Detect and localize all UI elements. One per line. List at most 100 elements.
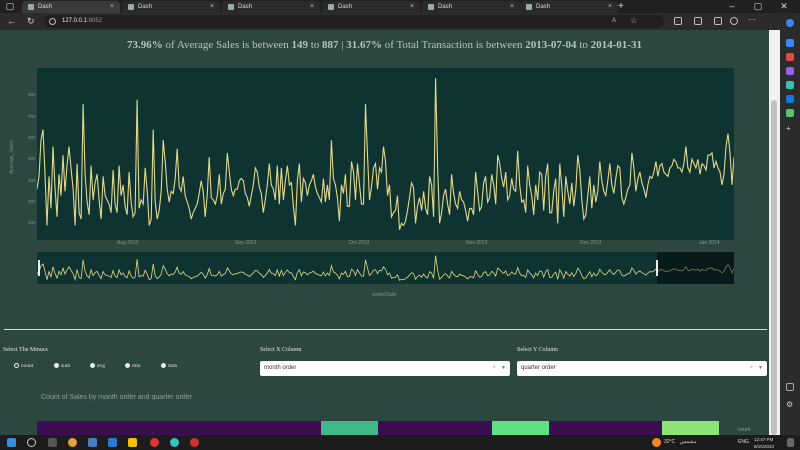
weather-temp[interactable]: 32°C	[664, 435, 675, 450]
maximize-icon[interactable]: ▢	[748, 0, 768, 13]
powerbi-icon[interactable]	[128, 438, 137, 447]
url-field[interactable]: 127.0.0.1:8052 A ☆	[44, 15, 664, 28]
radio-indicator[interactable]	[161, 363, 166, 368]
edge-icon[interactable]	[170, 438, 179, 447]
language-indicator[interactable]: ENG	[738, 435, 749, 450]
collections-icon[interactable]	[714, 17, 722, 25]
heatmap-cell[interactable]	[37, 421, 321, 435]
start-windows-icon[interactable]	[7, 438, 16, 447]
sidebar-layout-icon[interactable]	[786, 383, 794, 391]
browser-tab[interactable]: Dash ×	[122, 1, 220, 13]
x-tick-label: Dec 2013	[580, 240, 602, 246]
copilot-icon[interactable]	[786, 19, 794, 27]
clock-date: 8/15/2023	[754, 444, 775, 449]
back-icon[interactable]: ←	[7, 15, 16, 28]
radio-indicator[interactable]	[125, 363, 130, 368]
radio-min[interactable]: min	[125, 363, 141, 369]
clear-icon[interactable]: ×	[492, 361, 496, 376]
network-tool-icon[interactable]	[88, 438, 97, 447]
add-sidebar-app-icon[interactable]: +	[786, 125, 794, 133]
range-handle-left[interactable]	[38, 260, 40, 276]
search-icon[interactable]	[786, 39, 794, 47]
y-tick-label: 200	[28, 220, 36, 226]
line-chart-svg	[36, 78, 735, 230]
x-column-select[interactable]: month order × ▼	[260, 361, 510, 376]
tools-icon[interactable]	[786, 67, 794, 75]
close-tab-icon[interactable]: ×	[608, 1, 612, 13]
heatmap-cell[interactable]	[378, 421, 492, 435]
chevron-down-icon[interactable]: ▼	[501, 361, 506, 376]
read-aloud-icon[interactable]: A	[612, 18, 620, 26]
minimize-icon[interactable]: –	[722, 0, 742, 13]
radio-avg[interactable]: avg	[90, 363, 105, 369]
more-menu-icon[interactable]: ⋯	[748, 16, 756, 25]
dash-favicon-icon	[526, 4, 532, 10]
search-icon[interactable]	[27, 438, 36, 447]
browser-tab[interactable]: Dash ×	[520, 1, 618, 13]
browser-tab[interactable]: Dash ×	[322, 1, 420, 13]
tab-actions-icon[interactable]: ▢	[0, 0, 20, 13]
summary-headline: 73.96% of Average Sales is between 149 t…	[0, 39, 769, 51]
radio-indicator[interactable]	[14, 363, 19, 368]
close-tab-icon[interactable]: ×	[310, 1, 314, 13]
games-icon[interactable]	[786, 81, 794, 89]
heatmap-cell[interactable]	[662, 421, 719, 435]
new-tab-icon[interactable]: +	[618, 0, 624, 13]
heatmap-cell[interactable]	[321, 421, 378, 435]
radio-indicator[interactable]	[54, 363, 59, 368]
range-handle-right[interactable]	[656, 260, 658, 276]
shopping-icon[interactable]	[786, 53, 794, 61]
x-tick-label: Jan 2014	[699, 240, 720, 246]
radio-indicator[interactable]	[90, 363, 95, 368]
clear-icon[interactable]: ×	[749, 361, 753, 376]
headline-text: of Average Sales is between	[162, 39, 292, 51]
radio-sum[interactable]: sum	[54, 363, 70, 369]
heatmap-chart[interactable]	[37, 421, 719, 435]
clock[interactable]: 12:47 PM 8/15/2023	[754, 436, 774, 450]
page-scrollbar[interactable]	[769, 30, 780, 435]
chrome-icon[interactable]	[68, 438, 77, 447]
y-column-value: quarter order	[521, 365, 556, 371]
refresh-icon[interactable]: ↻	[27, 15, 35, 28]
tab-title: Dash	[338, 4, 353, 10]
close-tab-icon[interactable]: ×	[110, 1, 114, 13]
close-window-icon[interactable]: ✕	[774, 0, 794, 13]
vscode-icon[interactable]	[108, 438, 117, 447]
range-slider[interactable]	[36, 252, 735, 284]
heatmap-cell[interactable]	[549, 421, 662, 435]
browser-tab[interactable]: Dash ×	[422, 1, 520, 13]
drop-icon[interactable]	[786, 109, 794, 117]
x-tick-label: Oct 2013	[349, 240, 370, 246]
close-tab-icon[interactable]: ×	[210, 1, 214, 13]
scroll-thumb[interactable]	[771, 100, 777, 435]
notification-icon[interactable]	[787, 438, 794, 447]
split-screen-icon[interactable]	[674, 17, 682, 25]
favorite-star-icon[interactable]: ☆	[630, 17, 638, 25]
recorder-icon[interactable]	[190, 438, 199, 447]
close-tab-icon[interactable]: ×	[510, 1, 514, 13]
weather-desc[interactable]: مشمس	[680, 435, 696, 450]
average-sales-line	[36, 78, 735, 230]
browser-tab[interactable]: Dash ×	[222, 1, 320, 13]
x-tick-label: Sep 2013	[235, 240, 257, 246]
task-view-icon[interactable]	[48, 438, 57, 447]
y-tick-label: 700	[28, 113, 36, 119]
line-chart-plot[interactable]	[36, 68, 735, 240]
x-tick-label: Nov 2013	[466, 240, 488, 246]
range-unselected-shade	[657, 252, 734, 284]
radio-count[interactable]: count	[14, 363, 33, 369]
outlook-icon[interactable]	[786, 95, 794, 103]
profile-avatar-icon[interactable]	[730, 17, 738, 25]
favorites-icon[interactable]	[694, 17, 702, 25]
radio-max[interactable]: max	[161, 363, 177, 369]
x-column-value: month order	[264, 365, 297, 371]
settings-gear-icon[interactable]: ⚙	[786, 401, 794, 409]
heatmap-cell[interactable]	[492, 421, 549, 435]
y-column-select[interactable]: quarter order × ▼	[517, 361, 767, 376]
date-to-value: 2014-01-31	[590, 39, 642, 51]
site-info-icon[interactable]	[49, 18, 56, 25]
browser-tab[interactable]: Dash ×	[22, 1, 120, 13]
chevron-down-icon[interactable]: ▼	[758, 361, 763, 376]
app-icon[interactable]	[150, 438, 159, 447]
close-tab-icon[interactable]: ×	[410, 1, 414, 13]
